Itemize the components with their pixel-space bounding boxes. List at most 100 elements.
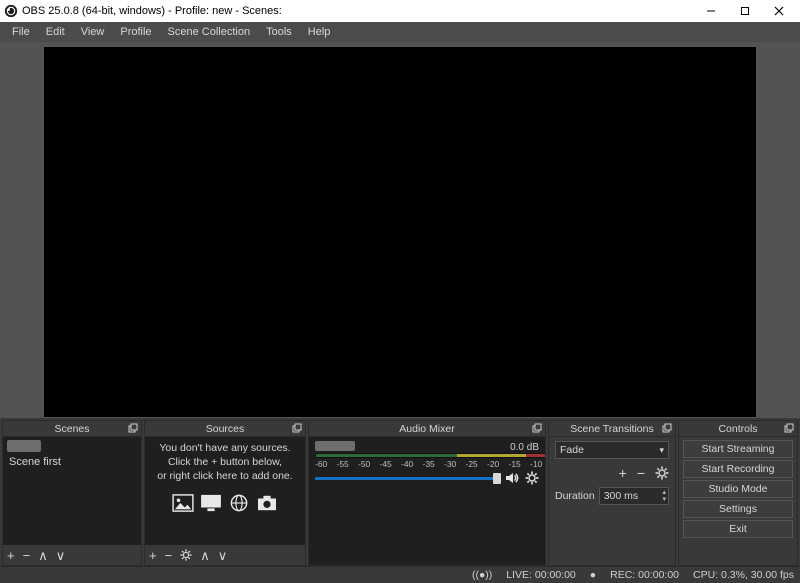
transitions-title: Scene Transitions bbox=[570, 423, 653, 435]
speaker-icon[interactable] bbox=[505, 471, 519, 485]
status-cpu: CPU: 0.3%, 30.00 fps bbox=[693, 569, 794, 581]
status-live: LIVE: 00:00:00 bbox=[506, 569, 575, 581]
studio-mode-button[interactable]: Studio Mode bbox=[683, 480, 793, 498]
scenes-title: Scenes bbox=[54, 423, 89, 435]
tick: -45 bbox=[380, 459, 392, 469]
move-source-up-button[interactable]: ∧ bbox=[200, 549, 210, 562]
duration-value: 300 ms bbox=[604, 490, 638, 502]
record-indicator-icon: ● bbox=[590, 569, 596, 581]
menu-file[interactable]: File bbox=[4, 24, 38, 40]
window-titlebar: OBS 25.0.8 (64-bit, windows) - Profile: … bbox=[0, 0, 800, 22]
sources-empty-line: You don't have any sources. bbox=[151, 441, 299, 455]
sources-empty-text: You don't have any sources. Click the + … bbox=[145, 437, 305, 490]
mixer-body: 0.0 dB -60 -55 -50 -45 -40 -35 -30 -25 -… bbox=[309, 437, 545, 565]
duration-spinbox[interactable]: 300 ms ▴▾ bbox=[599, 487, 669, 505]
sources-empty-line: or right click here to add one. bbox=[151, 469, 299, 483]
controls-header: Controls bbox=[679, 421, 797, 437]
menu-scene-collection[interactable]: Scene Collection bbox=[160, 24, 259, 40]
transitions-body: Fade ▾ + − Duration 300 ms ▴▾ bbox=[549, 437, 675, 565]
tick: -15 bbox=[509, 459, 521, 469]
window-title: OBS 25.0.8 (64-bit, windows) - Profile: … bbox=[22, 5, 694, 17]
sources-list[interactable]: You don't have any sources. Click the + … bbox=[145, 437, 305, 545]
sources-empty-line: Click the + button below, bbox=[151, 455, 299, 469]
tick: -50 bbox=[358, 459, 370, 469]
transition-properties-button[interactable] bbox=[655, 466, 669, 480]
tick: -10 bbox=[530, 459, 542, 469]
volume-slider[interactable] bbox=[315, 477, 499, 480]
popout-icon[interactable] bbox=[662, 423, 672, 433]
tick: -35 bbox=[423, 459, 435, 469]
mixer-header: Audio Mixer bbox=[309, 421, 545, 437]
scenes-panel: Scenes Scene first + − ∧ ∨ bbox=[2, 420, 142, 566]
minimize-button[interactable] bbox=[694, 0, 728, 22]
add-scene-button[interactable]: + bbox=[7, 549, 15, 562]
audio-mixer-panel: Audio Mixer 0.0 dB -60 -55 -50 -45 -40 -… bbox=[308, 420, 546, 566]
sources-header: Sources bbox=[145, 421, 305, 437]
remove-source-button[interactable]: − bbox=[165, 549, 173, 562]
scene-thumb bbox=[7, 440, 41, 452]
display-source-icon bbox=[200, 494, 222, 512]
sources-title: Sources bbox=[206, 423, 245, 435]
tick: -25 bbox=[466, 459, 478, 469]
move-source-down-button[interactable]: ∨ bbox=[218, 549, 228, 562]
menu-help[interactable]: Help bbox=[300, 24, 339, 40]
preview-canvas[interactable] bbox=[44, 47, 756, 417]
popout-icon[interactable] bbox=[292, 423, 302, 433]
obs-logo-icon bbox=[4, 4, 18, 18]
audio-meter-scale: -60 -55 -50 -45 -40 -35 -30 -25 -20 -15 … bbox=[315, 459, 545, 469]
status-bar: ((●)) LIVE: 00:00:00 ● REC: 00:00:00 CPU… bbox=[0, 566, 800, 583]
sources-toolbar: + − ∧ ∨ bbox=[145, 545, 305, 565]
start-streaming-button[interactable]: Start Streaming bbox=[683, 440, 793, 458]
transition-selected: Fade bbox=[560, 444, 584, 456]
scenes-list[interactable]: Scene first bbox=[3, 437, 141, 545]
settings-button[interactable]: Settings bbox=[683, 500, 793, 518]
tick: -30 bbox=[444, 459, 456, 469]
chevron-down-icon: ▾ bbox=[659, 445, 664, 456]
camera-source-icon bbox=[256, 494, 278, 512]
remove-scene-button[interactable]: − bbox=[23, 549, 31, 562]
scene-item[interactable]: Scene first bbox=[3, 452, 141, 472]
scenes-header: Scenes bbox=[3, 421, 141, 437]
remove-transition-button[interactable]: − bbox=[637, 465, 645, 481]
menu-tools[interactable]: Tools bbox=[258, 24, 300, 40]
sources-panel: Sources You don't have any sources. Clic… bbox=[144, 420, 306, 566]
preview-area bbox=[0, 42, 800, 418]
audio-db-value: 0.0 dB bbox=[510, 442, 539, 453]
menu-profile[interactable]: Profile bbox=[112, 24, 159, 40]
duration-label: Duration bbox=[555, 490, 595, 502]
mixer-title: Audio Mixer bbox=[399, 423, 454, 435]
tick: -55 bbox=[337, 459, 349, 469]
menu-view[interactable]: View bbox=[73, 24, 113, 40]
move-scene-down-button[interactable]: ∨ bbox=[56, 549, 66, 562]
transition-select[interactable]: Fade ▾ bbox=[555, 441, 669, 459]
add-source-button[interactable]: + bbox=[149, 549, 157, 562]
audio-meter bbox=[315, 453, 545, 458]
browser-source-icon bbox=[228, 494, 250, 512]
volume-slider-thumb[interactable] bbox=[493, 473, 501, 484]
tick: -60 bbox=[315, 459, 327, 469]
popout-icon[interactable] bbox=[128, 423, 138, 433]
spin-arrows[interactable]: ▴▾ bbox=[662, 489, 666, 503]
maximize-button[interactable] bbox=[728, 0, 762, 22]
exit-button[interactable]: Exit bbox=[683, 520, 793, 538]
close-button[interactable] bbox=[762, 0, 796, 22]
image-source-icon bbox=[172, 494, 194, 512]
audio-channel-label bbox=[315, 441, 355, 451]
menu-bar: File Edit View Profile Scene Collection … bbox=[0, 22, 800, 42]
source-type-icons bbox=[145, 494, 305, 512]
popout-icon[interactable] bbox=[784, 423, 794, 433]
scenes-toolbar: + − ∧ ∨ bbox=[3, 545, 141, 565]
tick: -20 bbox=[487, 459, 499, 469]
menu-edit[interactable]: Edit bbox=[38, 24, 73, 40]
add-transition-button[interactable]: + bbox=[619, 465, 627, 481]
start-recording-button[interactable]: Start Recording bbox=[683, 460, 793, 478]
move-scene-up-button[interactable]: ∧ bbox=[38, 549, 48, 562]
source-properties-button[interactable] bbox=[180, 549, 192, 561]
tick: -40 bbox=[401, 459, 413, 469]
transitions-panel: Scene Transitions Fade ▾ + − Duration 30… bbox=[548, 420, 676, 566]
popout-icon[interactable] bbox=[532, 423, 542, 433]
gear-icon[interactable] bbox=[525, 471, 539, 485]
bottom-panels: Scenes Scene first + − ∧ ∨ Sources You d… bbox=[0, 418, 800, 566]
live-indicator-icon: ((●)) bbox=[472, 569, 492, 581]
controls-panel: Controls Start Streaming Start Recording… bbox=[678, 420, 798, 566]
